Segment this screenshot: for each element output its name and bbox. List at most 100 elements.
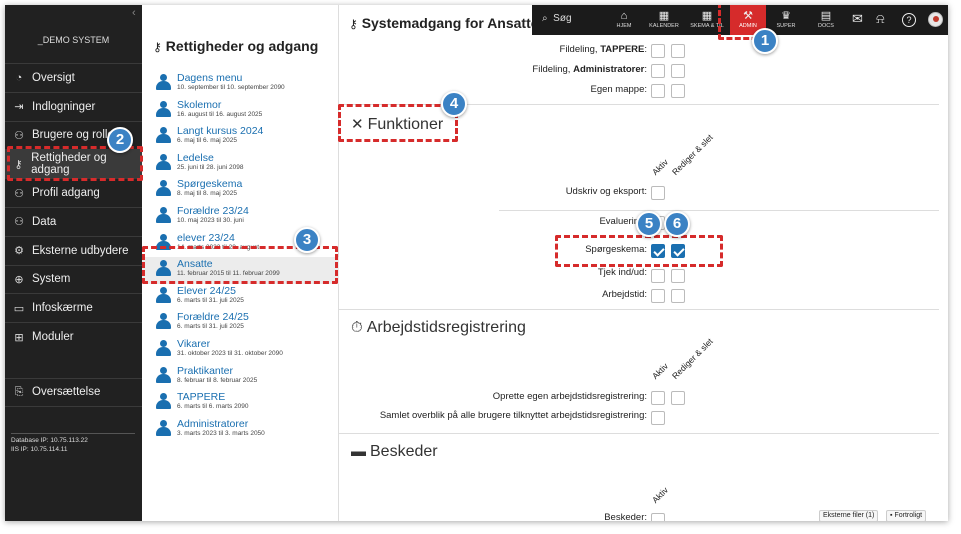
step-badge: 3 [294, 227, 320, 253]
highlight-funktioner [338, 104, 458, 142]
group-list-item[interactable]: Forældre 24/25 6. marts til 31. juli 2025 [142, 310, 339, 337]
iis-ip: IIS IP: 10.75.114.11 [11, 446, 68, 453]
row-samlet-overblik: Samlet overblik på alle brugere tilknytt… [379, 410, 647, 421]
step-badge: 5 [636, 211, 662, 237]
row-beskeder: Beskeder: [604, 512, 647, 521]
nav-item-label: Oversigt [32, 71, 75, 84]
group-list-item[interactable]: Spørgeskema 8. maj til 8. maj 2025 [142, 177, 339, 204]
checkbox-aktiv[interactable] [651, 84, 665, 98]
bell-icon[interactable]: ⍾ [876, 11, 885, 27]
group-name: Spørgeskema [177, 178, 243, 191]
divider [339, 433, 939, 434]
nav-item-modules[interactable]: ⊞ Moduler [5, 322, 142, 351]
panel-title: ⚷ Rettigheder og adgang [153, 38, 319, 54]
user-group-icon [155, 180, 172, 197]
group-list-item[interactable]: Ledelse 25. juni til 28. juni 2098 [142, 151, 339, 178]
group-dates: 16. august til 16. august 2025 [177, 110, 263, 118]
nav-item-external[interactable]: ⚙ Eksterne udbydere [5, 235, 142, 265]
key-icon: ⚷ [349, 17, 358, 31]
section-title-beskeder: ▬ Beskeder [351, 443, 438, 460]
topbar-kalender-button[interactable]: ▦ KALENDER [644, 5, 684, 35]
checkbox-aktiv[interactable] [651, 411, 665, 425]
nav-item-dashboard[interactable]: ◔ Oversigt [5, 63, 142, 92]
step-badge: 4 [441, 91, 467, 117]
system-name: _DEMO SYSTEM [37, 35, 110, 45]
group-dates: 3. marts 2023 til 3. marts 2050 [177, 429, 265, 437]
checkbox-aktiv[interactable] [651, 289, 665, 303]
db-ip: Database IP: 10.75.113.22 [11, 437, 88, 444]
checkbox-rediger[interactable] [671, 391, 685, 405]
nav-item-screen[interactable]: ▭ Infoskærme [5, 293, 142, 322]
calendar-icon: ▦ [658, 10, 670, 22]
step-badge: 1 [752, 28, 778, 54]
column-header-aktiv: Aktiv [649, 484, 671, 505]
column-header-aktiv: Aktiv [649, 360, 671, 381]
nav-item-translate[interactable]: ⎘ Oversættelse [5, 378, 142, 407]
collapse-chevron-icon[interactable]: ‹ [132, 7, 136, 19]
topbar-button-label: HJEM [616, 23, 632, 29]
users-icon: ⚇ [14, 129, 24, 142]
topbar-button-label: KALENDER [649, 23, 679, 29]
group-list-item[interactable]: Langt kursus 2024 6. maj til 6. maj 2025 [142, 124, 339, 151]
group-name: Skolemor [177, 98, 222, 111]
checkbox-aktiv[interactable] [651, 513, 665, 521]
group-list-item[interactable]: TAPPERE 6. marts til 6. marts 2090 [142, 390, 339, 417]
row-fildeling-tappere: Fildeling, TAPPERE: [559, 44, 647, 55]
checkbox-aktiv[interactable] [651, 269, 665, 283]
group-name: Forældre 23/24 [177, 204, 249, 217]
checkbox-rediger[interactable] [671, 64, 685, 78]
group-list-item[interactable]: Dagens menu 10. september til 10. septemb… [142, 71, 339, 98]
page-title: ⚷ Systemadgang for Ansatte [349, 15, 539, 31]
nav-item-label: Data [32, 215, 57, 228]
nav-item-label: Profil adgang [32, 187, 100, 200]
search-button[interactable]: ⌕ Søg [542, 13, 572, 24]
column-header-aktiv: Aktiv [649, 156, 671, 177]
nav-item-label: Brugere og roller [32, 129, 118, 142]
lock-icon: ▪ [890, 512, 893, 519]
nav-item-label: Infoskærme [32, 302, 93, 315]
section-title-arbejdstid: ⏱ Arbejdstidsregistrering [351, 319, 526, 336]
nav-list: ◔ Oversigt ⇥ Indlogninger ⚇ Brugere og roller… [5, 63, 142, 351]
checkbox-rediger[interactable] [671, 44, 685, 58]
group-name: TAPPERE [177, 391, 226, 404]
checkbox-aktiv[interactable] [651, 391, 665, 405]
user-group-icon [155, 286, 172, 304]
group-list-item[interactable]: Skolemor 16. august til 16. august 2025 [142, 98, 339, 125]
group-dates: 6. marts til 31. juli 2025 [177, 323, 244, 331]
nav-item-profile[interactable]: ⚇ Profil adgang [5, 178, 142, 207]
chat-icon: ▬ [351, 443, 366, 460]
group-name: Administratorer [177, 417, 249, 430]
group-dates: 10. maj 2023 til 30. juni [177, 216, 244, 224]
nav-item-label: Oversættelse [32, 386, 101, 399]
mail-icon[interactable]: ✉ [852, 11, 863, 27]
group-dates: 6. marts til 6. marts 2090 [177, 403, 249, 411]
topbar-docs-button[interactable]: ▤ DOCS [808, 5, 844, 35]
nav-item-login[interactable]: ⇥ Indlogninger [5, 91, 142, 121]
group-list-item[interactable]: Administratorer 3. marts 2023 til 3. mart… [142, 417, 339, 444]
confidential-button[interactable]: ▪ Fortroligt [886, 510, 927, 521]
checkbox-rediger[interactable] [671, 289, 685, 303]
checkbox-aktiv[interactable] [651, 44, 665, 58]
home-icon: ⌂ [620, 10, 628, 22]
help-icon[interactable]: ? [902, 13, 916, 27]
app-window: ‹ _DEMO SYSTEM ◔ Oversigt ⇥ Indlogninger ⚇ Br… [5, 5, 948, 521]
checkbox-aktiv[interactable] [651, 186, 665, 200]
avatar[interactable] [928, 12, 943, 27]
checkbox-rediger[interactable] [671, 84, 685, 98]
stopwatch-icon: ⏱ [351, 319, 363, 336]
group-list-item[interactable]: Vikarer 31. oktober 2023 til 31. oktober … [142, 337, 339, 364]
topbar-hjem-button[interactable]: ⌂ HJEM [606, 5, 642, 35]
group-name: Vikarer [177, 337, 211, 350]
nav-item-globe[interactable]: ⊕ System [5, 264, 142, 294]
group-list-item[interactable]: Elever 24/25 6. marts til 31. juli 2025 [142, 284, 339, 311]
nav-item-label: Indlogninger [32, 100, 96, 113]
external-files-button[interactable]: Eksterne filer (1) [819, 510, 879, 521]
checkbox-rediger[interactable] [671, 269, 685, 283]
nav-item-data[interactable]: ⚇ Data [5, 206, 142, 236]
checkbox-aktiv[interactable] [651, 64, 665, 78]
user-group-icon [155, 100, 172, 118]
step-badge: 6 [664, 211, 690, 237]
group-list-item[interactable]: Praktikanter 8. februar til 8. februar 20… [142, 364, 339, 391]
column-header-rediger: Rediger & slet [669, 132, 715, 177]
row-oprette-arbejdstid: Oprette egen arbejdstidsregistrering: [492, 391, 647, 402]
